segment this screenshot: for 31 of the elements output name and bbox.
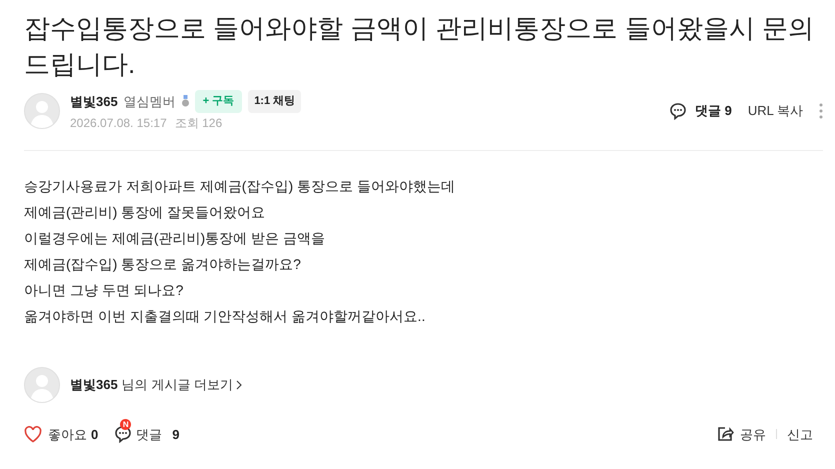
comment-icon[interactable] bbox=[114, 425, 132, 444]
medal-icon bbox=[182, 95, 189, 108]
chat-button[interactable]: 1:1 채팅 bbox=[248, 90, 302, 112]
like-label: 좋아요 bbox=[48, 426, 87, 444]
comment-label: 댓글 bbox=[136, 426, 162, 444]
body-text: 승강기사용료가 저희아파트 제예금(잡수입) 통장으로 들어와야했는데 bbox=[24, 176, 456, 196]
share-icon[interactable] bbox=[717, 426, 734, 442]
member-grade: 열심멤버 bbox=[124, 92, 176, 110]
author-name[interactable]: 별빛365 bbox=[70, 374, 118, 394]
body-text: 아니면 그냥 두면 되나요? bbox=[24, 280, 184, 300]
more-posts-link[interactable]: 님의 게시글 더보기 bbox=[122, 374, 242, 394]
comment-count: 9 bbox=[172, 426, 180, 444]
avatar-icon bbox=[24, 366, 60, 402]
comment-icon bbox=[669, 102, 688, 120]
body-text: 제예금(잡수입) 통장으로 옮겨야하는걸까요? bbox=[24, 254, 302, 274]
new-badge: N bbox=[120, 419, 132, 430]
copy-url-link[interactable]: URL 복사 bbox=[748, 101, 803, 120]
heart-icon[interactable] bbox=[24, 426, 42, 443]
body-text: 이럴경우에는 제예금(관리비)통장에 받은 금액을 bbox=[24, 228, 326, 248]
comments-link[interactable]: 댓글 9 bbox=[695, 101, 732, 120]
like-count: 0 bbox=[91, 426, 98, 444]
chevron-icon bbox=[236, 380, 242, 390]
body-text: 제예금(관리비) 통장에 잘못들어왔어요 bbox=[24, 202, 266, 222]
body-text: 옮겨야하면 이번 지출결의때 기안작성해서 옮겨야할꺼같아서요.. bbox=[24, 306, 426, 326]
share-link[interactable]: 공유 bbox=[740, 424, 766, 444]
post-title: 잡수입통장으로 들어와야할 금액이 관리비통장으로 들어왔을시 문의드립니다. bbox=[24, 12, 816, 81]
author-name[interactable]: 별빛365 bbox=[70, 92, 118, 111]
report-link[interactable]: 신고 bbox=[787, 424, 813, 444]
view-count: 조회 126 bbox=[174, 114, 222, 132]
avatar-icon bbox=[24, 92, 60, 129]
post-date: 2026.07.08. 15:17 bbox=[70, 114, 167, 132]
